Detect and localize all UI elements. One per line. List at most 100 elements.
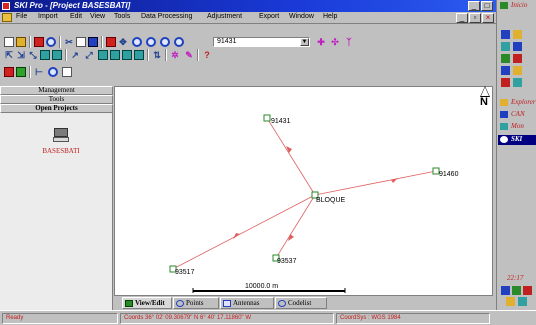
antenna-icon[interactable]: ᛉ [344, 37, 354, 47]
delete-icon[interactable] [106, 37, 116, 47]
doc-close-button[interactable]: × [482, 13, 494, 23]
start-button[interactable]: Inicio [498, 1, 536, 11]
codelist-icon [278, 300, 286, 307]
paste-icon[interactable] [88, 37, 98, 47]
cut-icon[interactable]: ✂ [64, 37, 74, 47]
can-icon [500, 111, 508, 118]
satellite-icon[interactable] [98, 50, 108, 60]
window-title: SKI Pro - [Project BASESBATI] [14, 1, 131, 10]
point-label-91460: 91460 [439, 171, 459, 178]
start-icon [500, 2, 508, 9]
baseline-icon[interactable] [110, 50, 120, 60]
add-point-icon[interactable]: ✚ [316, 37, 326, 47]
layer-icon[interactable] [52, 50, 62, 60]
print-icon[interactable] [34, 37, 44, 47]
move-point-icon[interactable]: ✣ [330, 37, 340, 47]
document-icon[interactable] [2, 13, 12, 22]
menu-adjustment[interactable]: Adjustment [207, 13, 242, 20]
tray-icon-4[interactable] [506, 297, 515, 306]
view-mode-icon[interactable] [4, 67, 14, 77]
new-file-icon[interactable] [4, 37, 14, 47]
network-icon[interactable] [122, 50, 132, 60]
tab-antennas[interactable]: Antennas [220, 297, 274, 309]
grid-icon[interactable] [40, 50, 50, 60]
maximize-button[interactable]: □ [481, 1, 493, 11]
tab-points[interactable]: Points [173, 297, 219, 309]
zoom-out-icon[interactable] [146, 37, 156, 47]
line-tool-icon[interactable]: ⊢ [34, 67, 44, 77]
app-icon[interactable] [2, 2, 10, 10]
table-icon[interactable] [62, 67, 72, 77]
map-view[interactable]: 91431 BLOQUE 91460 93537 93517 10000.0 m [114, 86, 493, 296]
adjust-icon[interactable]: ✲ [170, 50, 180, 60]
menu-view[interactable]: View [90, 13, 105, 20]
tray-icon-2[interactable] [512, 286, 521, 295]
tab-view-edit[interactable]: View/Edit [122, 297, 172, 309]
menu-window[interactable]: Window [289, 13, 314, 20]
zoom-in-icon[interactable] [132, 37, 142, 47]
quicklaunch-icon-9[interactable] [501, 78, 510, 87]
tab-open-projects[interactable]: Open Projects [0, 104, 113, 113]
process-icon[interactable]: ⇅ [152, 50, 162, 60]
taskbar-explorer-label: Explorer [511, 98, 536, 106]
taskbar-mon[interactable]: Mon [498, 122, 536, 132]
quicklaunch-icon-2[interactable] [513, 30, 522, 39]
tray-icon-1[interactable] [501, 286, 510, 295]
quicklaunch-icon-3[interactable] [501, 42, 510, 51]
tab-management[interactable]: Management [0, 86, 113, 95]
help-icon[interactable]: ? [202, 50, 212, 60]
taskbar-can[interactable]: CAN [498, 110, 536, 120]
quicklaunch-icon-5[interactable] [501, 54, 510, 63]
start-button-label: Inicio [511, 1, 528, 9]
chevron-down-icon[interactable]: ▼ [300, 38, 309, 46]
zoom-extent-icon[interactable] [160, 37, 170, 47]
tab-points-label: Points [186, 299, 204, 307]
quicklaunch-icon-10[interactable] [513, 78, 522, 87]
taskbar-explorer[interactable]: Explorer [498, 98, 536, 108]
quicklaunch-icon-7[interactable] [501, 66, 510, 75]
quicklaunch-icon-1[interactable] [501, 30, 510, 39]
tab-tools[interactable]: Tools [0, 95, 113, 104]
measure-icon[interactable]: ↗ [70, 50, 80, 60]
select-line-icon[interactable]: ⤡ [28, 50, 38, 60]
open-folder-icon[interactable] [16, 37, 26, 47]
select-area-icon[interactable]: ⇲ [16, 50, 26, 60]
doc-restore-button[interactable]: ▫ [469, 13, 481, 23]
zoom-window-icon[interactable] [174, 37, 184, 47]
point-marker-91431 [263, 114, 271, 122]
menu-tools[interactable]: Tools [114, 13, 130, 20]
report-icon[interactable]: ✎ [184, 50, 194, 60]
tray-icon-3[interactable] [523, 286, 532, 295]
explorer-icon [500, 99, 508, 106]
preview-icon[interactable] [46, 37, 56, 47]
compute-icon[interactable]: ⤢ [84, 50, 94, 60]
project-name[interactable]: BASESBATI [30, 147, 92, 155]
loop-icon[interactable] [134, 50, 144, 60]
target-icon[interactable] [48, 67, 58, 77]
point-select[interactable]: 91431 ▼ [213, 37, 310, 47]
pan-icon[interactable]: ✥ [118, 37, 128, 47]
quicklaunch-icon-8[interactable] [513, 66, 522, 75]
copy-icon[interactable] [76, 37, 86, 47]
tray-icon-5[interactable] [518, 297, 527, 306]
minimize-button[interactable]: _ [468, 1, 480, 11]
status-coords: Coords 36° 02' 09.30679" N 6° 40' 17.118… [120, 313, 334, 324]
menu-edit[interactable]: Edit [70, 13, 82, 20]
tab-codelist[interactable]: Codelist [275, 297, 327, 309]
taskbar-ski[interactable]: SKI [498, 135, 536, 145]
clock: 22:17 [507, 274, 524, 282]
doc-minimize-button[interactable]: _ [456, 13, 468, 23]
menu-import[interactable]: Import [38, 13, 58, 20]
chart-icon[interactable] [16, 67, 26, 77]
quicklaunch-icon-6[interactable] [513, 54, 522, 63]
menu-help[interactable]: Help [323, 13, 337, 20]
menu-data-processing[interactable]: Data Processing [141, 13, 192, 20]
menu-file[interactable]: File [16, 13, 27, 20]
quicklaunch-icon-4[interactable] [513, 42, 522, 51]
point-label-93537: 93537 [277, 258, 297, 265]
select-tool-icon[interactable]: ⇱ [4, 50, 14, 60]
computer-icon[interactable] [53, 128, 69, 142]
menu-export[interactable]: Export [259, 13, 279, 20]
points-icon [176, 300, 184, 307]
map-canvas[interactable]: 91431 BLOQUE 91460 93537 93517 10000.0 m [115, 87, 493, 296]
